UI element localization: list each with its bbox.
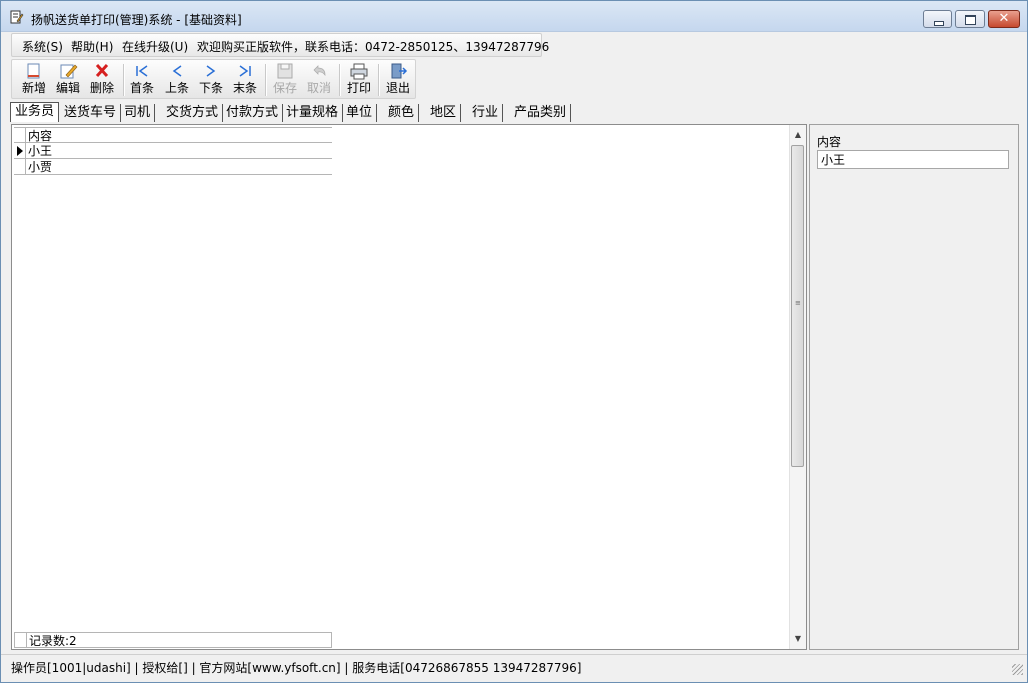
menu-system[interactable]: 系统(S) bbox=[22, 38, 63, 55]
delete-button[interactable]: 删除 bbox=[85, 61, 119, 97]
prev-label: 上条 bbox=[164, 81, 189, 95]
delete-icon bbox=[95, 63, 109, 78]
menu-help[interactable]: 帮助(H) bbox=[71, 38, 113, 55]
save-icon bbox=[277, 63, 293, 79]
table-cell[interactable]: 小贾 bbox=[28, 160, 52, 174]
first-button[interactable]: 首条 bbox=[125, 61, 159, 97]
minimize-icon bbox=[934, 21, 944, 26]
row-indicator bbox=[14, 143, 26, 158]
edit-label: 编辑 bbox=[55, 81, 80, 95]
printer-icon bbox=[350, 63, 368, 80]
tab-salesperson[interactable]: 业务员 bbox=[10, 102, 60, 122]
title-bar: 扬帆送货单打印(管理)系统 - [基础资料] ✕ bbox=[1, 1, 1027, 32]
toolbar: 新增 编辑 删除 首条 上条 下条 末条 保存 取消 打印 退出 bbox=[11, 59, 416, 99]
new-file-icon bbox=[27, 63, 40, 79]
tab-color[interactable]: 颜色 bbox=[384, 104, 420, 122]
tab-delivery-vehicle[interactable]: 送货车号 bbox=[60, 104, 122, 122]
last-button[interactable]: 末条 bbox=[228, 61, 262, 97]
menu-promo[interactable]: 欢迎购买正版软件，联系电话：0472-2850125、13947287796 bbox=[197, 38, 549, 55]
scroll-up-icon[interactable]: ▲ bbox=[790, 127, 806, 143]
tab-region[interactable]: 地区 bbox=[426, 104, 462, 122]
scroll-down-icon[interactable]: ▼ bbox=[790, 631, 806, 647]
app-window: 扬帆送货单打印(管理)系统 - [基础资料] ✕ 系统(S) 帮助(H) 在线升… bbox=[0, 0, 1028, 683]
current-row-arrow-icon bbox=[17, 146, 23, 156]
tab-delivery-method[interactable]: 交货方式 bbox=[162, 104, 224, 122]
tab-product-category[interactable]: 产品类别 bbox=[510, 104, 572, 122]
print-label: 打印 bbox=[346, 81, 371, 95]
cancel-label: 取消 bbox=[306, 81, 331, 95]
first-record-icon bbox=[136, 65, 148, 77]
maximize-button[interactable] bbox=[955, 10, 985, 28]
content-field[interactable] bbox=[817, 150, 1009, 169]
table-row[interactable]: 小贾 bbox=[14, 159, 332, 175]
tab-driver[interactable]: 司机 bbox=[120, 104, 156, 122]
menu-upgrade[interactable]: 在线升级(U) bbox=[122, 38, 188, 55]
tab-unit[interactable]: 单位 bbox=[342, 104, 378, 122]
table-cell[interactable]: 小王 bbox=[28, 144, 52, 158]
save-label: 保存 bbox=[272, 81, 297, 95]
exit-door-icon bbox=[391, 63, 408, 79]
window-title: 扬帆送货单打印(管理)系统 - [基础资料] bbox=[31, 13, 242, 27]
previous-record-icon bbox=[172, 65, 182, 77]
close-button[interactable]: ✕ bbox=[988, 10, 1020, 28]
new-button[interactable]: 新增 bbox=[17, 61, 51, 97]
record-count: 记录数:2 bbox=[29, 634, 77, 648]
column-header-content[interactable]: 内容 bbox=[28, 129, 52, 143]
menu-bar: 系统(S) 帮助(H) 在线升级(U) 欢迎购买正版软件，联系电话：0472-2… bbox=[11, 33, 549, 57]
resize-grip-icon[interactable] bbox=[1012, 664, 1023, 675]
app-icon bbox=[10, 10, 24, 24]
tab-industry[interactable]: 行业 bbox=[468, 104, 504, 122]
cancel-button[interactable]: 取消 bbox=[302, 61, 336, 97]
content-field-label: 内容 bbox=[817, 135, 842, 149]
exit-button[interactable]: 退出 bbox=[381, 61, 415, 97]
last-label: 末条 bbox=[232, 81, 257, 95]
table-row[interactable]: 小王 bbox=[14, 143, 332, 159]
grid-header-row: 内容 bbox=[14, 127, 332, 143]
row-indicator bbox=[14, 128, 26, 142]
new-label: 新增 bbox=[21, 81, 46, 95]
scroll-thumb[interactable]: ≡ bbox=[791, 145, 804, 467]
tab-measurement-spec[interactable]: 计量规格 bbox=[282, 104, 344, 122]
toolbar-separator bbox=[265, 64, 267, 96]
delete-label: 删除 bbox=[89, 81, 114, 95]
tab-payment-method[interactable]: 付款方式 bbox=[222, 104, 284, 122]
grid-footer: 记录数:2 bbox=[14, 632, 332, 648]
prev-button[interactable]: 上条 bbox=[160, 61, 194, 97]
first-label: 首条 bbox=[129, 81, 154, 95]
save-button[interactable]: 保存 bbox=[268, 61, 302, 97]
toolbar-separator bbox=[378, 64, 380, 96]
records-grid: 内容 小王 小贾 记录数:2 ▲ ≡ ▼ bbox=[11, 124, 807, 650]
exit-label: 退出 bbox=[385, 81, 410, 95]
category-tabs: 业务员 送货车号 司机 交货方式 付款方式 计量规格 单位 颜色 地区 行业 产… bbox=[10, 102, 572, 122]
edit-icon bbox=[60, 64, 78, 79]
print-button[interactable]: 打印 bbox=[342, 61, 376, 97]
undo-icon bbox=[313, 65, 326, 77]
maximize-icon bbox=[965, 15, 976, 25]
detail-panel: 内容 bbox=[809, 124, 1019, 650]
next-button[interactable]: 下条 bbox=[194, 61, 228, 97]
row-indicator bbox=[15, 633, 27, 647]
minimize-button[interactable] bbox=[923, 10, 952, 28]
grip-icon: ≡ bbox=[795, 299, 801, 307]
edit-button[interactable]: 编辑 bbox=[51, 61, 85, 97]
toolbar-separator bbox=[339, 64, 341, 96]
status-bar: 操作员[1001|udashi] | 授权给[] | 官方网站[www.yfso… bbox=[1, 654, 1027, 677]
vertical-scrollbar[interactable]: ▲ ≡ ▼ bbox=[789, 125, 806, 649]
status-text: 操作员[1001|udashi] | 授权给[] | 官方网站[www.yfso… bbox=[11, 661, 582, 675]
next-record-icon bbox=[206, 65, 216, 77]
row-indicator bbox=[14, 159, 26, 174]
next-label: 下条 bbox=[198, 81, 223, 95]
last-record-icon bbox=[239, 65, 251, 77]
close-icon: ✕ bbox=[998, 11, 1010, 26]
